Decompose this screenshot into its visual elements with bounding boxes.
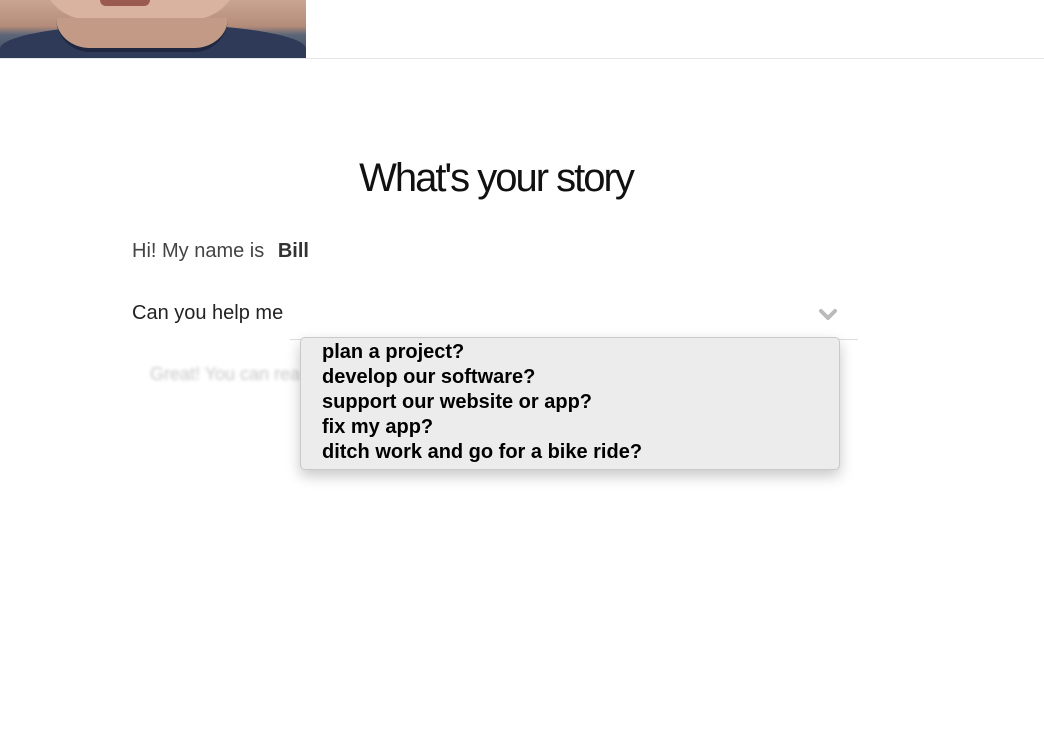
page: What's your story Hi! My name is Bill Ca… (0, 0, 1044, 756)
followup-text: Great! You can rea (150, 364, 301, 384)
dropdown-option[interactable]: develop our software? (301, 365, 839, 390)
name-row: Hi! My name is Bill (132, 240, 309, 263)
help-label: Can you help me (132, 302, 284, 324)
help-select-row: Can you help me (132, 300, 858, 340)
name-prefix-label: Hi! My name is (132, 240, 265, 262)
help-dropdown-menu[interactable]: plan a project? develop our software? su… (300, 337, 840, 470)
top-header (0, 0, 1044, 59)
profile-photo (0, 0, 306, 58)
dropdown-option[interactable]: plan a project? (301, 340, 839, 365)
page-title: What's your story (359, 156, 635, 200)
dropdown-option[interactable]: ditch work and go for a bike ride? (301, 440, 839, 465)
dropdown-option[interactable]: support our website or app? (301, 390, 839, 415)
dropdown-option[interactable]: fix my app? (301, 415, 839, 440)
name-field[interactable]: Bill (278, 240, 309, 262)
chevron-down-icon[interactable] (818, 304, 838, 324)
